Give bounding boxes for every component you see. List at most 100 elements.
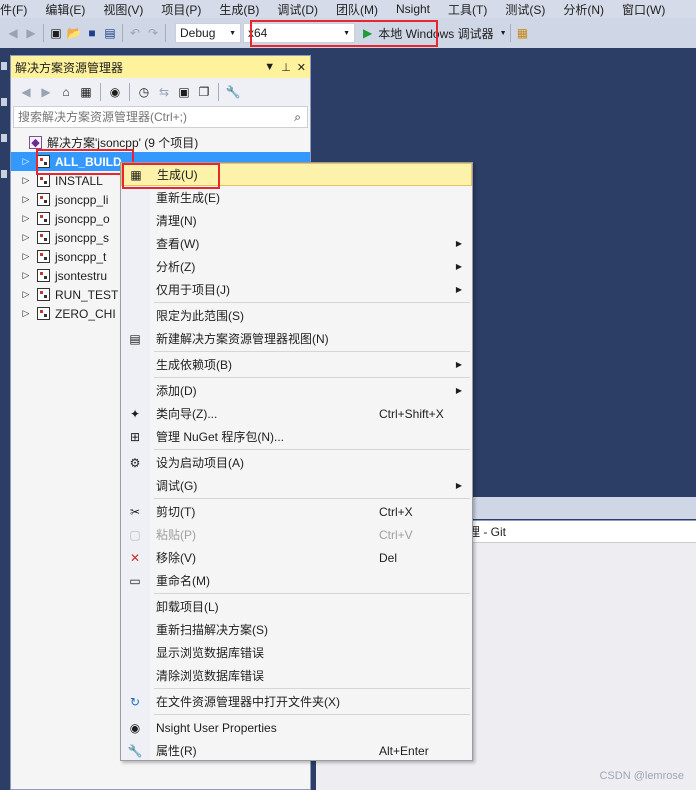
home-icon[interactable]: ⌂	[57, 83, 75, 101]
context-menu-item-label: 生成依赖项(B)	[156, 358, 232, 372]
paste-icon: ▢	[129, 527, 141, 542]
solution-search-input[interactable]	[18, 110, 278, 124]
strip-tab[interactable]	[1, 170, 7, 178]
pin-icon[interactable]: ⊥	[281, 61, 291, 74]
menu-item[interactable]: 视图(V)	[93, 1, 151, 18]
menu-item[interactable]: 调试(D)	[267, 1, 326, 18]
context-menu-item[interactable]: ✂ 剪切(T) Ctrl+X	[121, 500, 472, 523]
submenu-arrow-icon: ▶	[455, 239, 462, 248]
context-menu-item[interactable]: ⚙ 设为启动项目(A)	[121, 451, 472, 474]
expand-arrow-icon[interactable]: ▷	[19, 289, 33, 300]
context-menu-item[interactable]: 查看(W) ▶	[121, 232, 472, 255]
toolbar-separator	[165, 24, 166, 42]
context-menu-item[interactable]: 清理(N)	[121, 209, 472, 232]
expand-arrow-icon[interactable]: ▷	[19, 175, 33, 186]
context-menu-item-label: 仅用于项目(J)	[156, 283, 230, 297]
close-icon[interactable]: ✕	[297, 61, 306, 74]
chevron-down-icon[interactable]: ▼	[500, 30, 507, 37]
expand-arrow-icon[interactable]: ▷	[19, 213, 33, 224]
context-menu-item-label: 卸载项目(L)	[156, 600, 219, 614]
menu-item[interactable]: 窗口(W)	[612, 1, 673, 18]
context-menu-item[interactable]: ▦ 生成(U)	[121, 163, 472, 186]
expand-arrow-icon[interactable]: ▷	[19, 194, 33, 205]
expand-arrow-icon[interactable]: ▷	[19, 270, 33, 281]
context-menu-item[interactable]: 卸载项目(L)	[121, 595, 472, 618]
context-menu-item[interactable]: 重新生成(E)	[121, 186, 472, 209]
menu-item[interactable]: Nsight	[386, 2, 438, 16]
context-menu-item[interactable]: 限定为此范围(S)	[121, 304, 472, 327]
run-debugger-button[interactable]: ▶ 本地 Windows 调试器 ▼	[363, 25, 507, 42]
config-value: Debug	[180, 26, 216, 40]
redo-icon[interactable]: ↷	[144, 24, 162, 42]
context-menu-item[interactable]: 🔧 属性(R) Alt+Enter	[121, 739, 472, 762]
solution-explorer-title: 解决方案资源管理器	[15, 60, 124, 75]
context-menu-item[interactable]: 显示浏览数据库错误	[121, 641, 472, 664]
submenu-arrow-icon: ▶	[455, 262, 462, 271]
platform-dropdown[interactable]: x64 ▼	[243, 23, 355, 43]
context-menu-item[interactable]: 分析(Z) ▶	[121, 255, 472, 278]
save-icon[interactable]: ■	[83, 24, 101, 42]
menu-item[interactable]: 编辑(E)	[35, 1, 93, 18]
forward-icon[interactable]: ▶	[37, 83, 55, 101]
context-menu-item[interactable]: ✦ 类向导(Z)... Ctrl+Shift+X	[121, 402, 472, 425]
context-menu-item-label: 调试(G)	[156, 479, 198, 493]
config-dropdown[interactable]: Debug ▼	[175, 23, 241, 43]
new-project-icon[interactable]: ▣	[47, 24, 65, 42]
copy-icon[interactable]: ❐	[195, 83, 213, 101]
collapse-all-icon[interactable]: ▣	[175, 83, 193, 101]
toolbar-separator	[509, 24, 511, 42]
nuget-icon: ⊞	[129, 429, 141, 444]
project-icon	[37, 231, 50, 244]
menu-item[interactable]: 件(F)	[0, 1, 35, 18]
expand-arrow-icon[interactable]: ▷	[19, 308, 33, 319]
wrench-icon[interactable]: 🔧	[224, 83, 242, 101]
context-menu-item[interactable]: 添加(D) ▶	[121, 379, 472, 402]
back-icon[interactable]: ◀	[4, 24, 22, 42]
context-menu-item-label: 重新扫描解决方案(S)	[156, 623, 268, 637]
switch-view-icon[interactable]: ▦	[77, 83, 95, 101]
submenu-arrow-icon: ▶	[455, 285, 462, 294]
context-menu-item[interactable]: ↻ 在文件资源管理器中打开文件夹(X)	[121, 690, 472, 713]
context-menu-item[interactable]: ◉ Nsight User Properties	[121, 716, 472, 739]
context-menu-item[interactable]: ✕ 移除(V) Del	[121, 546, 472, 569]
solution-node[interactable]: ◆ 解决方案'jsoncpp' (9 个项目)	[11, 133, 310, 152]
run-debugger-label: 本地 Windows 调试器	[378, 26, 494, 41]
save-all-icon[interactable]: ▤	[101, 24, 119, 42]
attach-icon[interactable]: ▦	[514, 24, 532, 42]
menu-item[interactable]: 生成(B)	[209, 1, 267, 18]
context-menu-item[interactable]: ⊞ 管理 NuGet 程序包(N)...	[121, 425, 472, 448]
undo-icon[interactable]: ↶	[126, 24, 144, 42]
solution-search-box[interactable]: ⌕	[13, 106, 308, 128]
context-menu-item[interactable]: 清除浏览数据库错误	[121, 664, 472, 687]
context-menu-item[interactable]: ▭ 重命名(M)	[121, 569, 472, 592]
strip-tab[interactable]	[1, 134, 7, 142]
expand-arrow-icon[interactable]: ▷	[19, 232, 33, 243]
context-menu-item[interactable]: 重新扫描解决方案(S)	[121, 618, 472, 641]
pending-changes-icon[interactable]: ◷	[135, 83, 153, 101]
context-menu-item-label: 属性(R)	[156, 744, 197, 758]
menu-item[interactable]: 分析(N)	[553, 1, 612, 18]
context-menu-item[interactable]: ▤ 新建解决方案资源管理器视图(N)	[121, 327, 472, 350]
context-menu-item[interactable]: 调试(G) ▶	[121, 474, 472, 497]
project-node-label: jsoncpp_t	[55, 249, 107, 264]
sync-icon[interactable]: ⇆	[155, 83, 173, 101]
menu-item[interactable]: 测试(S)	[495, 1, 553, 18]
context-menu-item-label: 重命名(M)	[156, 574, 210, 588]
dropdown-icon[interactable]: ▼	[264, 61, 275, 74]
menu-item[interactable]: 项目(P)	[151, 1, 209, 18]
context-menu-item[interactable]: 仅用于项目(J) ▶	[121, 278, 472, 301]
open-folder-icon[interactable]: 📂	[65, 24, 83, 42]
menu-item[interactable]: 工具(T)	[438, 1, 495, 18]
menu-item[interactable]: 团队(M)	[326, 1, 386, 18]
search-icon[interactable]: ⌕	[294, 110, 301, 125]
context-menu-item-label: 粘贴(P)	[156, 528, 196, 542]
expand-arrow-icon[interactable]: ▷	[19, 156, 33, 167]
strip-tab[interactable]	[1, 62, 7, 70]
strip-tab[interactable]	[1, 98, 7, 106]
context-menu-item[interactable]: 生成依赖项(B) ▶	[121, 353, 472, 376]
globe-icon[interactable]: ◉	[106, 83, 124, 101]
submenu-arrow-icon: ▶	[455, 360, 462, 369]
expand-arrow-icon[interactable]: ▷	[19, 251, 33, 262]
back-icon[interactable]: ◀	[17, 83, 35, 101]
forward-icon[interactable]: ▶	[22, 24, 40, 42]
